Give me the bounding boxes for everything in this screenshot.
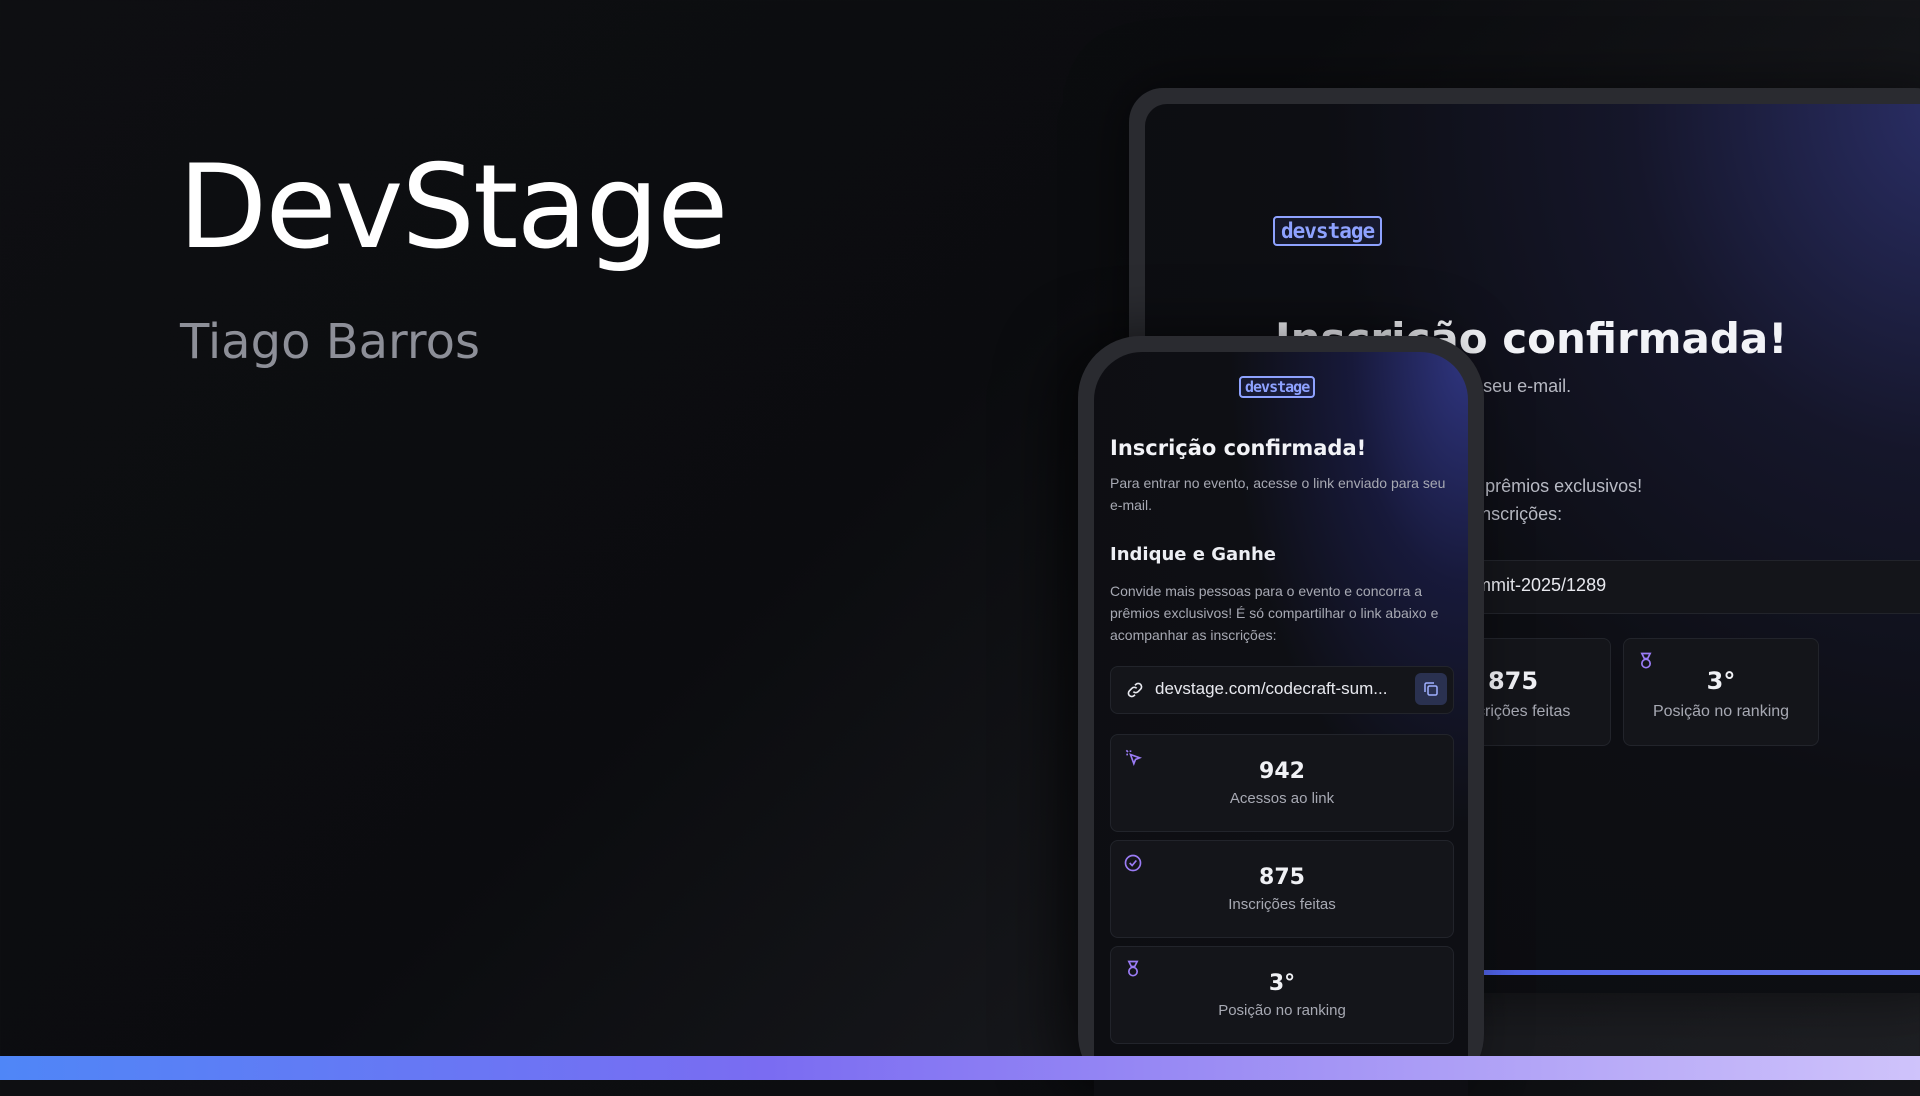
confirmation-title: Inscrição confirmada! (1110, 436, 1367, 460)
stat-card-ranking: 3° Posição no ranking (1623, 638, 1819, 746)
stat-value: 942 (1259, 759, 1305, 784)
stat-label: Inscrições feitas (1228, 896, 1336, 913)
stat-card-ranking: 3° Posição no ranking (1110, 946, 1454, 1044)
stat-value: 3° (1268, 971, 1296, 996)
devstage-logo: devstage (1273, 216, 1383, 246)
copy-icon (1424, 682, 1438, 696)
stat-card-link-access: 942 Acessos ao link (1110, 734, 1454, 832)
hero-title: DevStage (178, 140, 729, 275)
hero-author: Tiago Barros (180, 314, 480, 370)
invite-link-field[interactable]: devstage.com/codecraft-sum... (1110, 666, 1454, 714)
medal-icon (1127, 960, 1139, 977)
stat-card-subscriptions: 875 Inscrições feitas (1110, 840, 1454, 938)
invite-description: Convide mais pessoas para o evento e con… (1110, 583, 1439, 643)
stat-value: 3° (1706, 667, 1736, 695)
stat-label: Posição no ranking (1652, 703, 1790, 720)
invite-link-text: devstage.com/codecraft-sum... (1155, 679, 1388, 698)
phone-mockup: devstage Inscrição confirmada! Para entr… (1078, 336, 1484, 1096)
badge-check-icon (1124, 854, 1142, 872)
cursor-click-icon (1125, 749, 1143, 767)
confirmation-subtitle: Para entrar no evento, acesse o link env… (1110, 475, 1446, 513)
laptop-progress-line (1475, 970, 1920, 975)
phone-screen: devstage Inscrição confirmada! Para entr… (1094, 352, 1468, 1096)
invite-title: Indique e Ganhe (1110, 544, 1276, 565)
medal-icon (1640, 652, 1652, 669)
stat-label: Acessos ao link (1229, 790, 1335, 807)
stat-label: Posição no ranking (1218, 1002, 1346, 1019)
link-icon (1127, 682, 1143, 698)
copy-link-button[interactable] (1415, 673, 1447, 705)
devstage-logo: devstage (1239, 376, 1316, 398)
bottom-gradient-bar (0, 1056, 1920, 1080)
stat-value: 875 (1259, 865, 1305, 890)
